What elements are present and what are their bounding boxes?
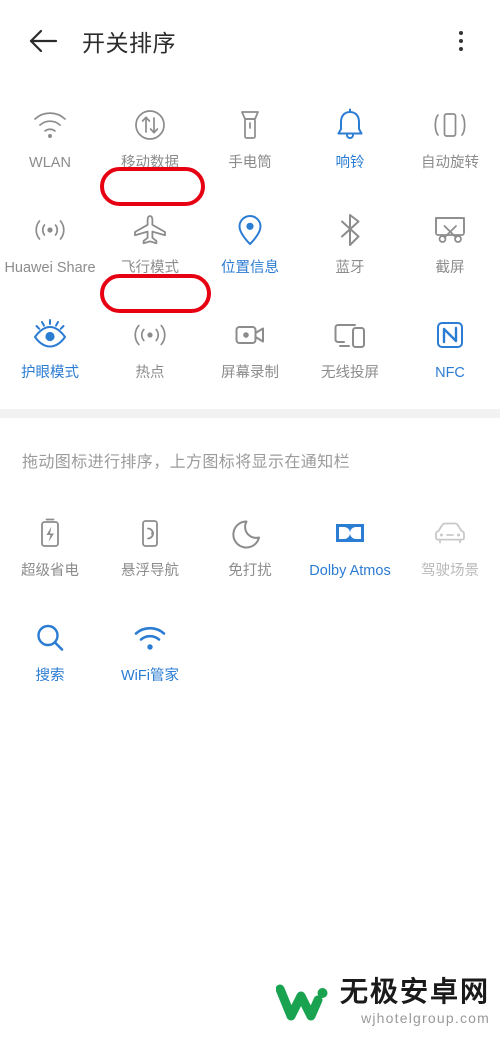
tile-label: 悬浮导航 bbox=[121, 563, 179, 579]
tile-wifi[interactable]: WLAN bbox=[0, 86, 100, 191]
tile-cast[interactable]: 无线投屏 bbox=[300, 296, 400, 401]
tile-label: 免打扰 bbox=[228, 563, 272, 579]
tile-huawei-share[interactable]: Huawei Share bbox=[0, 191, 100, 296]
eye-comfort-icon bbox=[27, 312, 73, 358]
airplane-icon bbox=[127, 207, 173, 253]
tile-label: WiFi管家 bbox=[121, 668, 179, 684]
tile-label: WLAN bbox=[29, 155, 71, 171]
watermark-url: wjhotelgroup.com bbox=[361, 1010, 490, 1026]
car-icon bbox=[427, 510, 473, 556]
available-tile-moon[interactable]: 免打扰 bbox=[200, 494, 300, 599]
flashlight-icon bbox=[227, 102, 273, 148]
watermark-site-name: 无极安卓网 bbox=[339, 975, 490, 1008]
tile-label: Dolby Atmos bbox=[309, 563, 391, 579]
search-icon bbox=[27, 615, 73, 661]
tile-label: 无线投屏 bbox=[321, 365, 379, 381]
menu-dot bbox=[459, 31, 463, 35]
moon-icon bbox=[227, 510, 273, 556]
tile-hotspot[interactable]: 热点 bbox=[100, 296, 200, 401]
tile-auto-rotate[interactable]: 自动旋转 bbox=[400, 86, 500, 191]
nfc-icon bbox=[427, 312, 473, 358]
tile-label: 手电筒 bbox=[228, 155, 272, 171]
battery-saver-icon bbox=[27, 510, 73, 556]
tile-label: NFC bbox=[435, 365, 465, 381]
page-title: 开关排序 bbox=[82, 30, 176, 56]
wifi-icon bbox=[27, 102, 73, 148]
tile-label: 屏幕录制 bbox=[221, 365, 279, 381]
available-tile-floating-nav[interactable]: 悬浮导航 bbox=[100, 494, 200, 599]
cast-icon bbox=[327, 312, 373, 358]
settings-screen: 开关排序 WLAN 移动数据 手电筒 响铃 自动旋转 Huawei Share … bbox=[0, 0, 500, 1039]
tile-label: 飞行模式 bbox=[121, 260, 179, 276]
hotspot-icon bbox=[127, 312, 173, 358]
available-tile-car[interactable]: 驾驶场景 bbox=[400, 494, 500, 599]
available-tile-battery-saver[interactable]: 超级省电 bbox=[0, 494, 100, 599]
notification-tiles-grid: WLAN 移动数据 手电筒 响铃 自动旋转 Huawei Share 飞行模式 … bbox=[0, 82, 500, 401]
mobile-data-icon bbox=[127, 102, 173, 148]
bell-icon bbox=[327, 102, 373, 148]
available-tiles-grid: 超级省电 悬浮导航 免打扰 Dolby Atmos 驾驶场景 搜索 WiFi管家 bbox=[0, 494, 500, 704]
available-tile-search[interactable]: 搜索 bbox=[0, 599, 100, 704]
tile-screenshot[interactable]: 截屏 bbox=[400, 191, 500, 296]
menu-dot bbox=[459, 39, 463, 43]
tile-bell[interactable]: 响铃 bbox=[300, 86, 400, 191]
tile-label: 蓝牙 bbox=[335, 260, 365, 276]
floating-nav-icon bbox=[127, 510, 173, 556]
section-divider bbox=[0, 409, 500, 418]
tile-airplane[interactable]: 飞行模式 bbox=[100, 191, 200, 296]
wifi-manager-icon bbox=[127, 615, 173, 661]
menu-dot bbox=[459, 47, 463, 51]
tile-label: Huawei Share bbox=[4, 260, 96, 276]
tile-label: 热点 bbox=[135, 365, 165, 381]
tile-label: 移动数据 bbox=[121, 155, 179, 171]
app-header: 开关排序 bbox=[0, 0, 500, 82]
screen-record-icon bbox=[227, 312, 273, 358]
tile-label: 位置信息 bbox=[221, 260, 279, 276]
auto-rotate-icon bbox=[427, 102, 473, 148]
tile-label: 搜索 bbox=[35, 668, 65, 684]
tile-label: 截屏 bbox=[435, 260, 465, 276]
tile-label: 自动旋转 bbox=[421, 155, 479, 171]
screenshot-icon bbox=[427, 207, 473, 253]
watermark: 无极安卓网 wjhotelgroup.com bbox=[275, 975, 490, 1026]
location-pin-icon bbox=[227, 207, 273, 253]
tile-label: 驾驶场景 bbox=[421, 563, 479, 579]
tile-mobile-data[interactable]: 移动数据 bbox=[100, 86, 200, 191]
huawei-share-icon bbox=[27, 207, 73, 253]
w-logo-icon bbox=[275, 980, 330, 1024]
tile-label: 响铃 bbox=[335, 155, 365, 171]
tile-nfc[interactable]: NFC bbox=[400, 296, 500, 401]
tile-bluetooth[interactable]: 蓝牙 bbox=[300, 191, 400, 296]
tile-label: 护眼模式 bbox=[21, 365, 79, 381]
tile-eye-comfort[interactable]: 护眼模式 bbox=[0, 296, 100, 401]
bluetooth-icon bbox=[327, 207, 373, 253]
tile-flashlight[interactable]: 手电筒 bbox=[200, 86, 300, 191]
overflow-menu-icon[interactable] bbox=[446, 24, 476, 58]
tile-label: 超级省电 bbox=[21, 563, 79, 579]
watermark-text: 无极安卓网 wjhotelgroup.com bbox=[339, 975, 490, 1026]
available-tile-wifi-manager[interactable]: WiFi管家 bbox=[100, 599, 200, 704]
back-arrow-icon[interactable] bbox=[26, 24, 60, 58]
available-tile-dolby-atmos[interactable]: Dolby Atmos bbox=[300, 494, 400, 599]
drag-hint-text: 拖动图标进行排序，上方图标将显示在通知栏 bbox=[22, 454, 351, 471]
tile-location-pin[interactable]: 位置信息 bbox=[200, 191, 300, 296]
tile-screen-record[interactable]: 屏幕录制 bbox=[200, 296, 300, 401]
dolby-atmos-icon bbox=[327, 510, 373, 556]
